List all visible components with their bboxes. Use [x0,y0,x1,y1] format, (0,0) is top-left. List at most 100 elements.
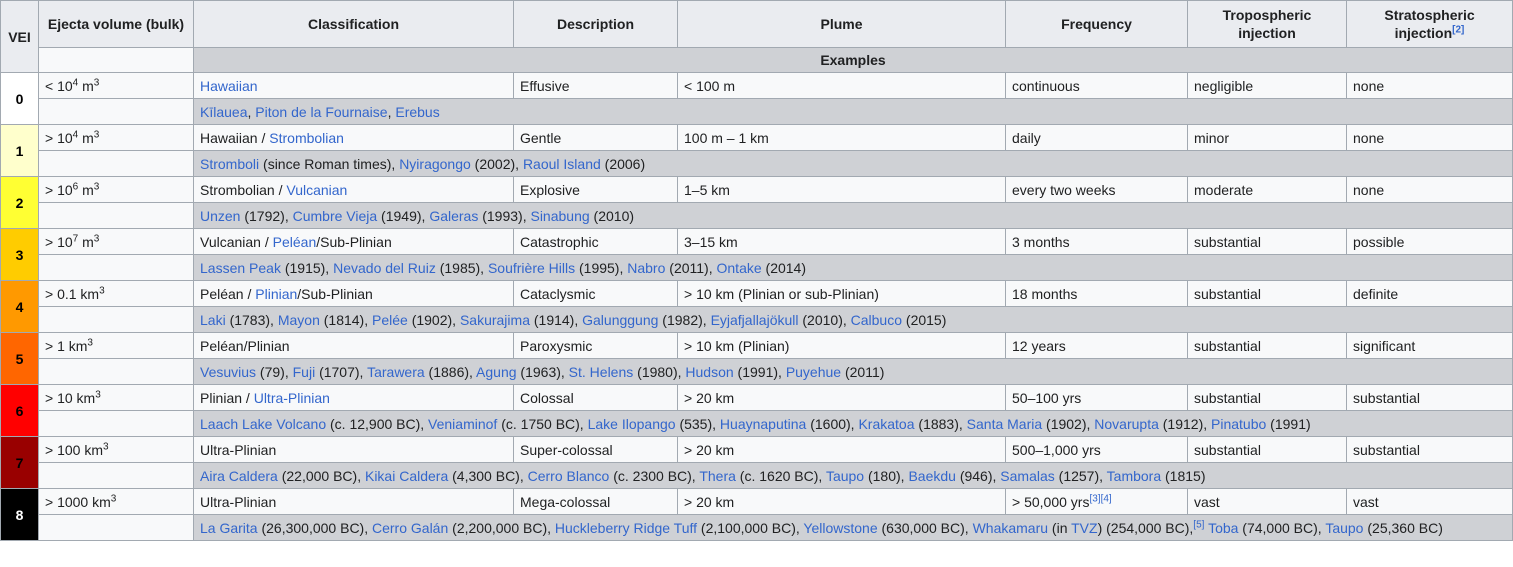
example-link[interactable]: Stromboli [200,156,259,172]
description-cell: Super-colossal [513,436,678,463]
example-link[interactable]: Vesuvius [200,364,256,380]
classification-cell: Peléan/Plinian [193,332,514,359]
classification-link[interactable]: Strombolian [269,130,344,146]
col-header-stratospheric[interactable]: Stratospheric injection[2] [1346,0,1513,48]
example-link[interactable]: Pelée [372,312,408,328]
example-text: (1815) [1161,467,1206,484]
example-link[interactable]: TVZ [1071,520,1097,536]
table-row: 8 > 1000 km3 Ultra-Plinian Mega-colossal > 2… [0,488,1513,541]
example-link[interactable]: Yellowstone [803,520,877,536]
example-link[interactable]: Soufrière Hills [488,260,575,276]
citation-link[interactable]: [4] [1101,493,1112,504]
superscript: 3 [93,232,100,244]
example-link[interactable]: Thera [699,468,736,484]
example-link[interactable]: Huaynaputina [720,416,806,432]
table-row: 0 < 104 m3 Hawaiian Effusive < 100 m continuo… [0,72,1513,125]
example-link[interactable]: Aira Caldera [200,468,278,484]
col-header-frequency[interactable]: Frequency [1005,0,1188,48]
classification-link[interactable]: Plinian [255,286,297,302]
example-text: (1600), [806,415,859,432]
description-cell: Gentle [513,124,678,151]
frequency-text: every two weeks [1012,181,1116,198]
ejecta-text: > 1 km [45,337,88,354]
example-link[interactable]: Laki [200,312,226,328]
example-link[interactable]: Veniaminof [428,416,497,432]
classification-cell: Strombolian / Vulcanian [193,176,514,203]
table-row: 4 > 0.1 km3 Peléan / Plinian/Sub-Plinian Ca… [0,280,1513,333]
examples-cell: La Garita (26,300,000 BC), Cerro Galán (… [193,514,1513,541]
example-link[interactable]: Tarawera [367,364,425,380]
example-link[interactable]: Baekdu [908,468,955,484]
example-link[interactable]: Cerro Galán [372,520,448,536]
example-link[interactable]: Kīlauea [200,104,247,120]
example-link[interactable]: Kikai Caldera [365,468,448,484]
example-link[interactable]: Galeras [429,208,478,224]
col-header-tropospheric[interactable]: Tropospheric injection [1187,0,1347,48]
citation-link[interactable]: [5] [1193,519,1204,530]
example-link[interactable]: Toba [1208,520,1238,536]
example-link[interactable]: Agung [476,364,516,380]
example-link[interactable]: Piton de la Fournaise [255,104,387,120]
example-link[interactable]: Taupo [826,468,864,484]
example-link[interactable]: Puyehue [786,364,841,380]
tropospheric-cell: moderate [1187,176,1347,203]
example-link[interactable]: Unzen [200,208,240,224]
description-cell: Cataclysmic [513,280,678,307]
example-link[interactable]: Erebus [395,104,439,120]
examples-row: Lassen Peak (1915), Nevado del Ruiz (198… [1,254,1513,281]
example-link[interactable]: Cerro Blanco [528,468,610,484]
example-link[interactable]: Nabro [627,260,665,276]
col-header-vei[interactable]: VEI [0,0,39,73]
example-text: (1792), [240,207,293,224]
example-link[interactable]: Cumbre Vieja [293,208,378,224]
example-link[interactable]: Nyiragongo [399,156,471,172]
example-text: (2011) [841,363,885,380]
example-link[interactable]: Samalas [1000,468,1054,484]
classification-link[interactable]: Ultra-Plinian [254,390,330,406]
classification-cell: Hawaiian / Strombolian [193,124,514,151]
example-link[interactable]: Fuji [293,364,316,380]
col-header-ejecta[interactable]: Ejecta volume (bulk) [38,0,194,48]
example-link[interactable]: Nevado del Ruiz [333,260,436,276]
example-text: (1995), [575,259,628,276]
example-link[interactable]: Lake Ilopango [588,416,676,432]
classification-link[interactable]: Peléan [273,234,317,250]
example-link[interactable]: Pinatubo [1211,416,1266,432]
stratospheric-cell: vast [1346,488,1513,515]
example-link[interactable]: Eyjafjallajökull [711,312,799,328]
superscript: 3 [93,180,100,192]
example-link[interactable]: Calbuco [851,312,902,328]
example-text: (1980), [633,363,686,380]
example-link[interactable]: Huckleberry Ridge Tuff [555,520,697,536]
citation-link[interactable]: [3] [1089,493,1100,504]
classification-link[interactable]: Hawaiian [200,78,258,94]
example-link[interactable]: St. Helens [569,364,634,380]
example-link[interactable]: Mayon [278,312,320,328]
ejecta-text: > 1000 km [45,493,111,510]
example-link[interactable]: Santa Maria [967,416,1042,432]
example-text: (1963), [516,363,569,380]
example-link[interactable]: Laach Lake Volcano [200,416,326,432]
example-link[interactable]: Lassen Peak [200,260,281,276]
classification-link[interactable]: Vulcanian [286,182,347,198]
example-link[interactable]: Galunggung [582,312,658,328]
example-link[interactable]: Sinabung [530,208,589,224]
example-link[interactable]: Whakamaru [973,520,1048,536]
col-header-plume[interactable]: Plume [677,0,1006,48]
example-link[interactable]: Hudson [685,364,733,380]
example-link[interactable]: Ontake [717,260,762,276]
example-link[interactable]: Sakurajima [460,312,530,328]
stratospheric-cell: substantial [1346,384,1513,411]
col-header-description[interactable]: Description [513,0,678,48]
example-link[interactable]: La Garita [200,520,258,536]
example-link[interactable]: Taupo [1325,520,1363,536]
example-text: (946), [955,467,1001,484]
col-header-classification[interactable]: Classification [193,0,514,48]
example-link[interactable]: Novarupta [1094,416,1159,432]
example-link[interactable]: Raoul Island [523,156,601,172]
citation-link[interactable]: [2] [1452,24,1464,35]
example-link[interactable]: Krakatoa [858,416,914,432]
examples-spacer [38,514,194,541]
example-link[interactable]: Tambora [1107,468,1161,484]
tropospheric-cell: vast [1187,488,1347,515]
